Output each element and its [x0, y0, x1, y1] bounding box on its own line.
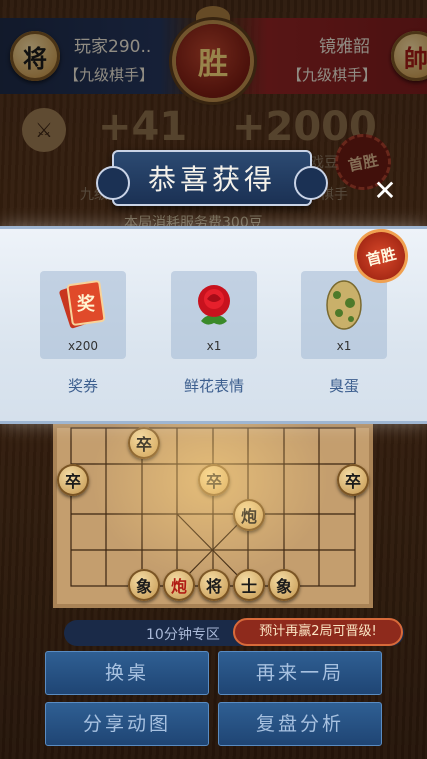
popup-title: 恭喜获得 [147, 163, 276, 196]
svg-text:奖: 奖 [77, 293, 96, 315]
close-icon[interactable]: ✕ [370, 176, 400, 206]
reward-label: 臭蛋 [328, 377, 359, 395]
promotion-tip: 预计再赢2局可晋级! [233, 618, 403, 646]
reward-label: 奖券 [67, 377, 98, 395]
share-gif-button[interactable]: 分享动图 [45, 702, 209, 746]
reward-card-ticket: 奖 x200 [40, 271, 126, 359]
ticket-icon: 奖 [59, 280, 106, 329]
board-piece[interactable]: 卒 [337, 464, 369, 496]
change-table-button[interactable]: 换桌 [45, 651, 209, 695]
reward-panel: 首胜 奖 x200 奖券 x1 鲜花表情 x1 臭蛋 [0, 223, 427, 424]
board-piece[interactable]: 卒 [57, 464, 89, 496]
play-again-button[interactable]: 再来一局 [218, 651, 382, 695]
reward-card-rose: x1 [171, 271, 257, 359]
reward-count: x200 [67, 339, 98, 353]
reward-label: 鲜花表情 [183, 377, 244, 395]
reward-card-egg: x1 [301, 271, 387, 359]
zone-label: 10分钟专区 [146, 627, 220, 643]
review-button[interactable]: 复盘分析 [218, 702, 382, 746]
rose-icon [198, 285, 230, 325]
reward-count: x1 [206, 339, 222, 353]
egg-icon [326, 280, 362, 330]
congrats-banner: 恭喜获得 [96, 150, 328, 206]
reward-count: x1 [336, 339, 352, 353]
